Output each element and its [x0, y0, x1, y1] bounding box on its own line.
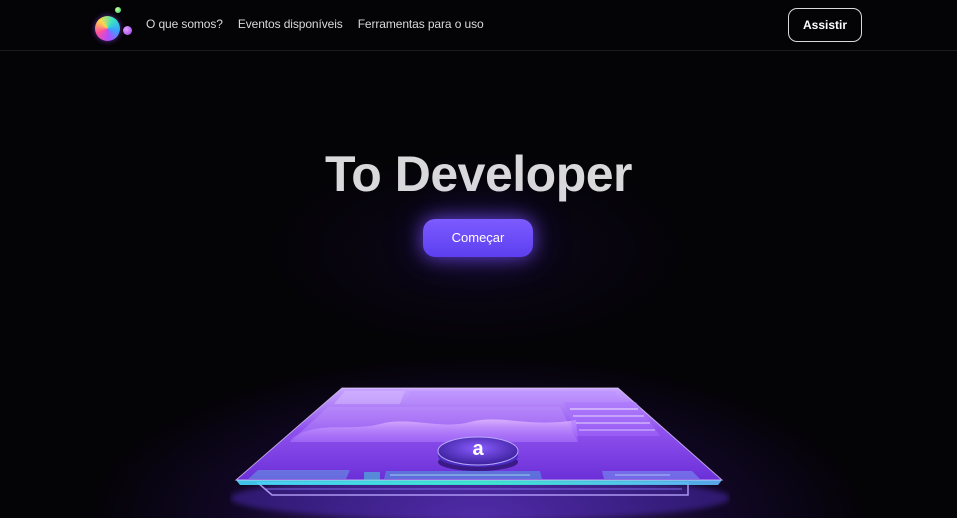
logo-disc-letter: a: [472, 438, 484, 460]
brand-logo[interactable]: [94, 6, 134, 44]
logo-dot-small-icon: [115, 7, 121, 13]
platform-edge: [236, 480, 722, 485]
platform-illustration: a: [230, 387, 730, 518]
watch-button[interactable]: Assistir: [788, 8, 862, 42]
nav-link-eventos[interactable]: Eventos disponíveis: [238, 17, 343, 31]
panel-bottom-center-icon: [364, 472, 380, 480]
nav-links: O que somos? Eventos disponíveis Ferrame…: [146, 17, 484, 31]
hero-title: To Developer: [324, 146, 633, 202]
logo-dot-icon: [123, 26, 132, 35]
nav-link-o-que-somos[interactable]: O que somos?: [146, 17, 223, 31]
start-button[interactable]: Começar: [423, 219, 533, 257]
panel-right-list: [564, 402, 660, 436]
nav-link-ferramentas[interactable]: Ferramentas para o uso: [358, 17, 484, 31]
logo-orb-icon: [95, 16, 120, 41]
panel-top-left: [334, 391, 405, 404]
top-navbar: O que somos? Eventos disponíveis Ferrame…: [0, 0, 957, 51]
panel-bottom-left: [248, 470, 350, 479]
landing-page: O que somos? Eventos disponíveis Ferrame…: [0, 0, 957, 518]
